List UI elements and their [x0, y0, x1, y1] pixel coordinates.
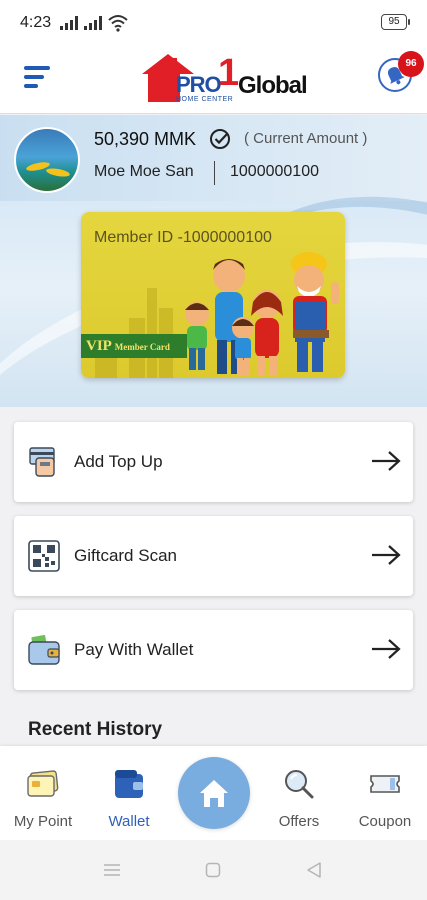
qr-code-icon — [28, 540, 60, 572]
vip-tag: VIP Member Card — [81, 334, 187, 358]
notification-badge: 96 — [398, 51, 424, 77]
vip-tag-sub: Member Card — [114, 342, 170, 352]
nav-wallet-label: Wallet — [108, 813, 150, 830]
member-number: 1000000100 — [230, 163, 319, 180]
giftcard-scan-button[interactable]: Giftcard Scan — [14, 516, 413, 596]
family-illustration — [185, 252, 339, 376]
home-button[interactable] — [178, 757, 250, 829]
add-top-up-button[interactable]: Add Top Up — [14, 422, 413, 502]
logo-home-center-text: HOME CENTER — [176, 96, 234, 103]
nav-offers[interactable]: Offers — [268, 766, 330, 830]
arrow-right-icon — [372, 545, 401, 565]
nav-my-point-label: My Point — [13, 813, 73, 830]
signal-icon — [60, 16, 78, 30]
logo-one-text: 1 — [218, 52, 240, 94]
arrow-right-icon — [372, 451, 401, 471]
divider — [214, 161, 215, 185]
nav-wallet[interactable]: Wallet — [96, 766, 162, 830]
member-name: Moe Moe San — [94, 163, 194, 180]
current-amount: 50,390 MMK — [94, 129, 197, 149]
battery-indicator: 95 — [381, 14, 410, 30]
giftcard-scan-label: Giftcard Scan — [74, 546, 177, 565]
pay-with-wallet-label: Pay With Wallet — [74, 640, 194, 659]
point-card-icon — [27, 770, 59, 797]
status-time: 4:23 — [20, 14, 52, 31]
wallet-icon — [28, 635, 60, 665]
search-icon — [285, 770, 314, 799]
logo-global-text: Global — [238, 72, 308, 99]
current-amount-label: ( Current Amount ) — [244, 130, 368, 147]
vip-member-card[interactable]: Member ID -1000000100 VIP Member Card — [81, 212, 345, 378]
status-bar: 4:23 95 — [0, 0, 427, 46]
back-icon[interactable] — [306, 861, 322, 879]
system-navigation-bar — [0, 840, 427, 900]
nav-my-point[interactable]: My Point — [8, 766, 78, 830]
menu-icon[interactable] — [24, 64, 54, 90]
vip-tag-main: VIP — [86, 338, 112, 354]
signal-icon — [84, 16, 102, 30]
pay-with-wallet-button[interactable]: Pay With Wallet — [14, 610, 413, 690]
ticket-icon — [370, 775, 400, 793]
logo-pro-text: PRO — [176, 72, 222, 97]
add-top-up-label: Add Top Up — [74, 452, 163, 471]
arrow-right-icon — [372, 639, 401, 659]
verified-check-icon — [210, 129, 230, 149]
nav-coupon[interactable]: Coupon — [350, 766, 420, 830]
recent-history-heading: Recent History — [28, 719, 163, 740]
top-up-icon — [29, 447, 55, 477]
avatar[interactable] — [14, 127, 80, 193]
home-icon — [200, 780, 228, 807]
system-home-icon[interactable] — [205, 862, 221, 878]
wallet-icon — [115, 770, 143, 798]
nav-offers-label: Offers — [278, 813, 320, 830]
app-header: PRO 1 HOME CENTER Global 96 — [0, 46, 427, 114]
brand-logo: PRO 1 HOME CENTER Global — [140, 50, 330, 110]
nav-coupon-label: Coupon — [358, 813, 412, 830]
wifi-icon — [108, 15, 128, 32]
recent-apps-icon[interactable] — [102, 862, 122, 878]
